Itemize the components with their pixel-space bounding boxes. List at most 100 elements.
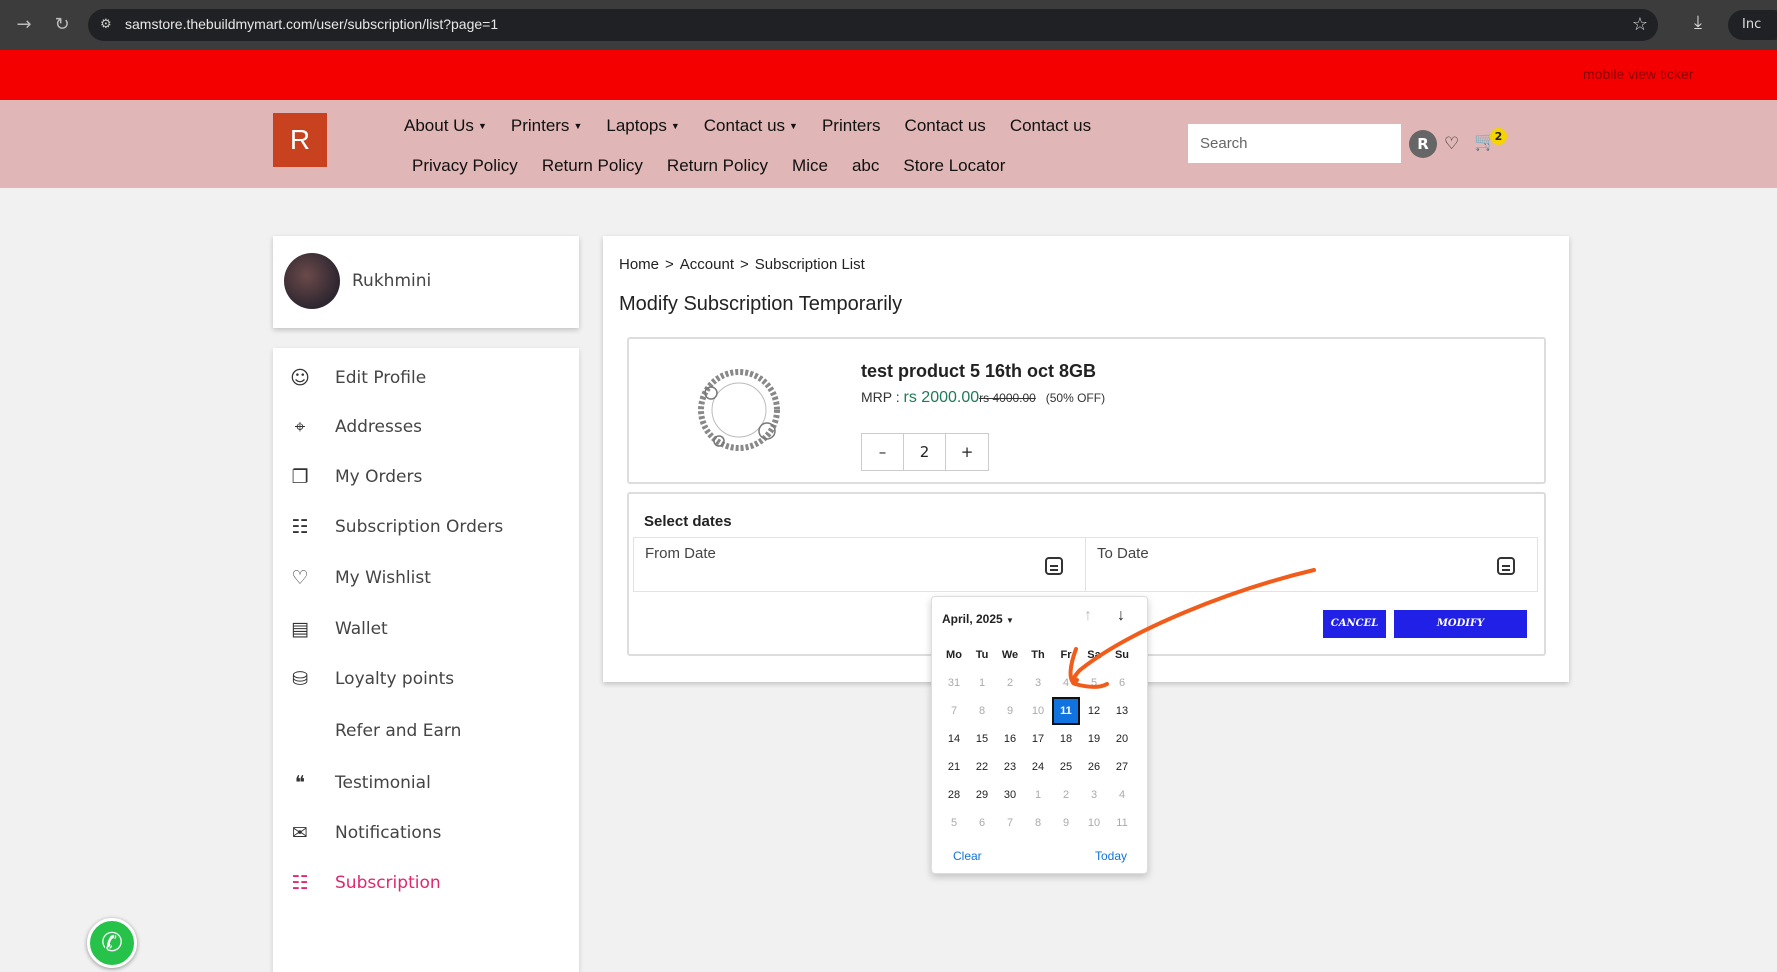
reload-icon[interactable]: ↻ — [50, 13, 74, 37]
weekday-header: Sa — [1087, 649, 1101, 661]
day-cell[interactable]: 14 — [940, 725, 968, 753]
site-info-icon[interactable]: ⚙ — [100, 17, 116, 33]
nav-link[interactable]: Printers — [822, 116, 881, 136]
address-bar[interactable]: ⚙ samstore.thebuildmymart.com/user/subsc… — [88, 9, 1658, 41]
weekday-header: We — [1001, 649, 1019, 661]
sidebar-item[interactable]: ❝ Testimonial — [273, 763, 579, 803]
day-cell[interactable]: 26 — [1080, 753, 1108, 781]
day-cell[interactable]: 23 — [996, 753, 1024, 781]
site-logo[interactable]: R — [273, 113, 327, 167]
calendar-icon[interactable] — [1497, 557, 1515, 575]
nav-link-label: Laptops — [606, 116, 667, 135]
day-cell[interactable]: 24 — [1024, 753, 1052, 781]
wishlist-heart-icon[interactable]: ♡ — [1444, 134, 1459, 154]
day-cell: 1 — [978, 677, 986, 689]
download-icon[interactable]: ⤓ — [1694, 12, 1702, 33]
location-pin-icon: ⌖ — [294, 416, 306, 438]
nav-link[interactable]: Privacy Policy — [412, 156, 518, 176]
day-cell[interactable]: 27 — [1108, 753, 1136, 781]
nav-link[interactable]: Laptops ▼ — [606, 116, 679, 136]
sidebar-item-label: My Wishlist — [335, 568, 431, 588]
sidebar-item[interactable]: ☷ Subscription Orders — [273, 507, 579, 547]
modify-temporarily-button[interactable]: MODIFY TEMPORARILY — [1394, 610, 1527, 657]
day-cell[interactable]: 25 — [1052, 753, 1080, 781]
cancel-button[interactable]: CANCEL — [1323, 610, 1386, 638]
day-cell[interactable]: 19 — [1080, 725, 1108, 753]
quantity-increase-button[interactable]: + — [946, 434, 988, 470]
day-cell[interactable]: 20 — [1108, 725, 1136, 753]
day-cell: 1 — [1034, 789, 1042, 801]
day-cell[interactable]: 30 — [996, 781, 1024, 809]
day-cell[interactable]: 17 — [1024, 725, 1052, 753]
selected-day-cell[interactable]: 11 — [1052, 697, 1080, 725]
day-cell[interactable]: 16 — [996, 725, 1024, 753]
breadcrumb-separator: > — [739, 256, 749, 273]
mail-notification-icon: ✉ — [292, 822, 308, 844]
sidebar-item[interactable]: Refer and Earn — [273, 711, 579, 751]
breadcrumb-home[interactable]: Home — [619, 256, 659, 273]
nav-link[interactable]: Printers ▼ — [511, 116, 583, 136]
day-cell: 2 — [1006, 677, 1014, 689]
breadcrumb-separator: > — [665, 256, 674, 273]
day-cell[interactable]: 15 — [968, 725, 996, 753]
breadcrumb-account[interactable]: Account — [680, 256, 734, 273]
whatsapp-chat-icon[interactable]: ✆ — [87, 918, 137, 968]
url-text[interactable]: samstore.thebuildmymart.com/user/subscri… — [125, 16, 498, 32]
day-cell: 6 — [978, 817, 986, 829]
nav-link[interactable]: Contact us — [1010, 116, 1091, 136]
day-cell[interactable]: 13 — [1108, 697, 1136, 725]
day-cell[interactable]: 12 — [1080, 697, 1108, 725]
sidebar-item[interactable]: ⛁ Loyalty points — [273, 659, 579, 699]
to-date-field[interactable]: To Date — [1085, 537, 1538, 592]
sidebar-item-label: Notifications — [335, 823, 442, 843]
nav-link[interactable]: Contact us ▼ — [704, 116, 798, 136]
user-avatar[interactable]: R — [1409, 130, 1437, 158]
search-input[interactable] — [1188, 124, 1401, 163]
quantity-value[interactable]: 2 — [904, 434, 946, 470]
sidebar-item-label: Loyalty points — [335, 669, 455, 689]
day-cell[interactable]: 21 — [940, 753, 968, 781]
sidebar-item[interactable]: ▤ Wallet — [273, 609, 579, 649]
nav-link[interactable]: Contact us — [905, 116, 986, 136]
from-date-field[interactable]: From Date — [633, 537, 1086, 592]
select-dates-title: Select dates — [644, 513, 732, 530]
day-cell[interactable]: 18 — [1052, 725, 1080, 753]
browser-profile-button[interactable]: Inc — [1728, 10, 1777, 40]
sidebar-item[interactable]: ♡ My Wishlist — [273, 558, 579, 598]
wallet-icon: ▤ — [291, 618, 309, 640]
weekday-header: Mo — [946, 649, 962, 661]
page-title: Modify Subscription Temporarily — [619, 293, 903, 315]
previous-month-arrow-icon[interactable]: ↑ — [1084, 607, 1092, 625]
nav-link-label: About Us — [404, 116, 474, 135]
datepicker-month-selector[interactable]: April, 2025 ▼ — [942, 612, 1014, 626]
sidebar-item[interactable]: ☺ Edit Profile — [273, 358, 579, 398]
day-cell[interactable]: 29 — [968, 781, 996, 809]
bookmark-star-icon[interactable]: ☆ — [1632, 14, 1648, 35]
quantity-decrease-button[interactable]: – — [862, 434, 904, 470]
quote-icon: ❝ — [294, 772, 306, 794]
day-cell[interactable]: 28 — [940, 781, 968, 809]
calendar-icon[interactable] — [1045, 557, 1063, 575]
nav-link[interactable]: About Us ▼ — [404, 116, 487, 136]
nav-link-label: Contact us — [703, 116, 786, 135]
cart-count-badge: 2 — [1490, 128, 1507, 145]
nav-link[interactable]: Mice — [792, 156, 828, 176]
day-cell: 9 — [1006, 705, 1014, 717]
day-cell[interactable]: 22 — [968, 753, 996, 781]
datepicker-today-button[interactable]: Today — [1095, 849, 1127, 863]
sidebar-item-label: Wallet — [335, 619, 388, 639]
nav-link[interactable]: Return Policy — [667, 156, 768, 176]
breadcrumb-current: Subscription List — [754, 256, 865, 273]
forward-icon[interactable]: → — [12, 13, 36, 37]
current-price: rs 2000.00 — [903, 389, 980, 406]
datepicker-clear-button[interactable]: Clear — [953, 849, 982, 863]
sidebar-item[interactable]: ⌖ Addresses — [273, 407, 579, 447]
nav-link[interactable]: Store Locator — [903, 156, 1005, 176]
sidebar-item[interactable]: ❐ My Orders — [273, 457, 579, 497]
sidebar-item[interactable]: ✉ Notifications — [273, 813, 579, 853]
next-month-arrow-icon[interactable]: ↓ — [1117, 607, 1125, 625]
sidebar-item[interactable]: ☷ Subscription — [273, 863, 579, 903]
weekday-header: Su — [1114, 649, 1130, 661]
nav-link[interactable]: abc — [852, 156, 879, 176]
nav-link[interactable]: Return Policy — [542, 156, 643, 176]
